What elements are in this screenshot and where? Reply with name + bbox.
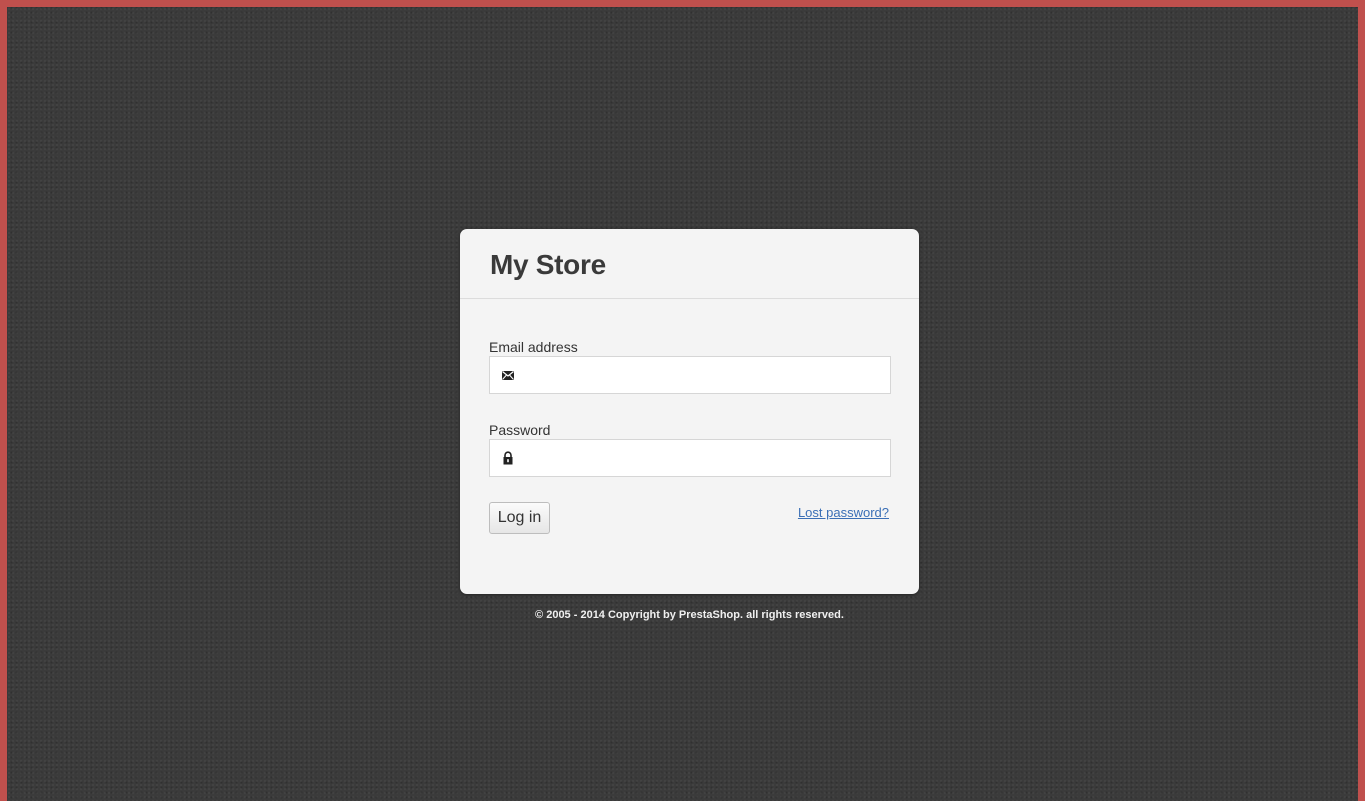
- lock-icon: [503, 451, 513, 465]
- lost-password-link[interactable]: Lost password?: [798, 505, 889, 520]
- store-title: My Store: [490, 249, 606, 280]
- panel-header: My Store: [460, 229, 919, 299]
- login-panel: My Store Email address Password Log in L…: [460, 229, 919, 594]
- login-button[interactable]: Log in: [489, 502, 550, 534]
- email-label: Email address: [489, 339, 578, 355]
- email-input[interactable]: [524, 357, 884, 393]
- footer-copyright: © 2005 - 2014 Copyright by PrestaShop. a…: [535, 609, 844, 621]
- page-background: My Store Email address Password Log in L…: [7, 7, 1358, 801]
- password-label: Password: [489, 422, 551, 438]
- password-field-wrapper[interactable]: [489, 439, 891, 477]
- email-field-wrapper[interactable]: [489, 356, 891, 394]
- password-input[interactable]: [524, 440, 884, 476]
- envelope-icon: [502, 371, 514, 380]
